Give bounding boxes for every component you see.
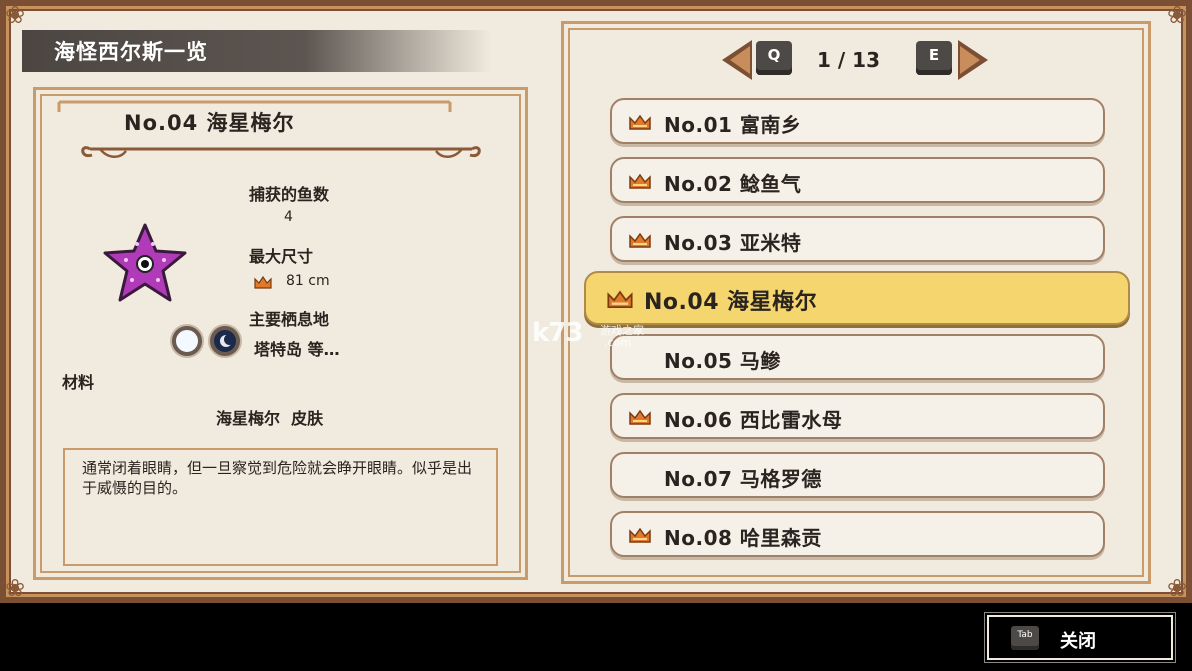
corner-ornament-icon: ❀ bbox=[4, 574, 26, 602]
list-item-label: No.01 富南乡 bbox=[664, 113, 802, 137]
habitat-label: 主要栖息地 bbox=[249, 310, 330, 329]
watermark-logo: k73 bbox=[532, 318, 583, 348]
list-item-label: No.05 马鲹 bbox=[664, 349, 781, 373]
prev-page-key[interactable]: Q bbox=[756, 41, 792, 75]
flourish-ornament-icon bbox=[81, 146, 481, 158]
habitat-value: 塔特岛 等… bbox=[254, 340, 340, 359]
crown-icon bbox=[629, 527, 651, 543]
crown-icon bbox=[607, 290, 633, 309]
night-icon bbox=[210, 326, 240, 356]
list-item-label: No.02 鲶鱼气 bbox=[664, 172, 802, 196]
crown-icon bbox=[629, 114, 651, 130]
crown-icon bbox=[254, 275, 272, 289]
material-value: 海星梅尔 皮肤 bbox=[216, 409, 324, 428]
list-item[interactable]: No.08 哈里森贡 bbox=[610, 511, 1105, 557]
starfish-sprite bbox=[103, 223, 187, 302]
corner-ornament-icon: ❀ bbox=[4, 1, 26, 29]
crown-icon bbox=[629, 173, 651, 189]
watermark-domain: .com bbox=[604, 336, 631, 349]
corner-ornament-icon: ❀ bbox=[1166, 574, 1188, 602]
day-icon bbox=[172, 326, 202, 356]
encyclopedia-screen: ❀ ❀ ❀ ❀ 海怪西尔斯一览 No.04 海星梅尔 捕获的鱼数 4 最大尺寸 … bbox=[0, 0, 1192, 671]
list-item[interactable]: No.06 西比雷水母 bbox=[610, 393, 1105, 439]
max-size-value: 81 cm bbox=[286, 273, 330, 289]
tab-key-icon: Tab bbox=[1011, 626, 1039, 650]
material-label: 材料 bbox=[62, 373, 95, 392]
list-item-label: No.06 西比雷水母 bbox=[664, 408, 843, 432]
list-item[interactable]: No.03 亚米特 bbox=[610, 216, 1105, 262]
list-item-label: No.08 哈里森贡 bbox=[664, 526, 822, 550]
caught-count-value: 4 bbox=[284, 209, 293, 225]
list-item[interactable]: No.07 马格罗德 bbox=[610, 452, 1105, 498]
next-page-key[interactable]: E bbox=[916, 41, 952, 75]
chevron-right-inner-icon bbox=[960, 46, 980, 74]
description-text: 通常闭着眼睛，但一旦察觉到危险就会睁开眼睛。似乎是出于威慑的目的。 bbox=[82, 459, 473, 497]
list-item[interactable]: No.02 鲶鱼气 bbox=[610, 157, 1105, 203]
crown-icon bbox=[629, 409, 651, 425]
list-item-label: No.07 马格罗德 bbox=[664, 467, 822, 491]
caught-count-label: 捕获的鱼数 bbox=[249, 185, 330, 204]
fish-name: No.04 海星梅尔 bbox=[124, 111, 295, 135]
crown-icon bbox=[629, 232, 651, 248]
title-banner: 海怪西尔斯一览 bbox=[22, 30, 492, 72]
list-item[interactable]: No.05 马鲹 bbox=[610, 334, 1105, 380]
list-item[interactable]: No.04 海星梅尔 bbox=[584, 271, 1130, 325]
list-item-label: No.04 海星梅尔 bbox=[644, 290, 818, 315]
max-size-label: 最大尺寸 bbox=[249, 247, 314, 266]
close-label: 关闭 bbox=[1060, 631, 1096, 652]
list-item[interactable]: No.01 富南乡 bbox=[610, 98, 1105, 144]
corner-ornament-icon: ❀ bbox=[1166, 1, 1188, 29]
list-item-label: No.03 亚米特 bbox=[664, 231, 802, 255]
page-title: 海怪西尔斯一览 bbox=[54, 40, 208, 64]
page-indicator: 1 / 13 bbox=[817, 48, 880, 72]
chevron-left-inner-icon bbox=[730, 46, 750, 74]
